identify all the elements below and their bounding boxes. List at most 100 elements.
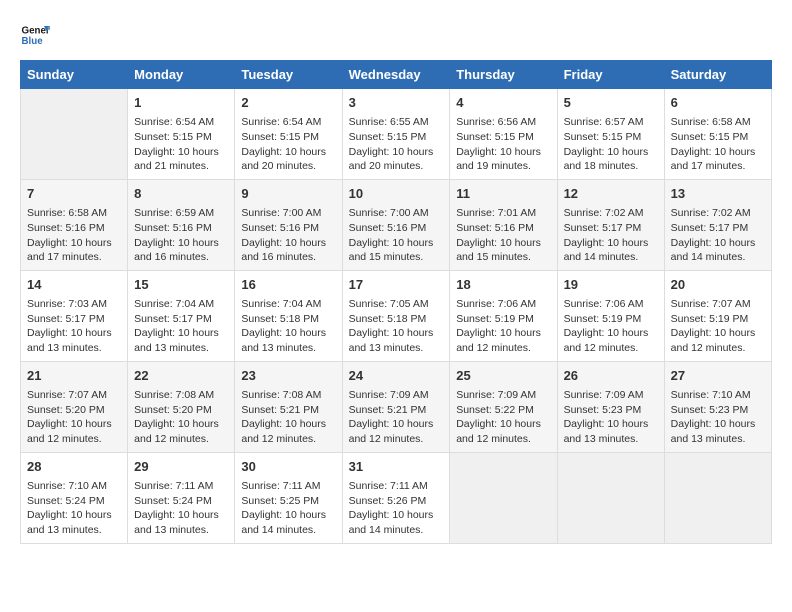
calendar-table: SundayMondayTuesdayWednesdayThursdayFrid…: [20, 60, 772, 544]
week-row-2: 7 Sunrise: 6:58 AMSunset: 5:16 PMDaylight…: [21, 179, 772, 270]
header-wednesday: Wednesday: [342, 61, 450, 89]
day-number: 8: [134, 185, 228, 203]
day-info: Sunrise: 7:03 AMSunset: 5:17 PMDaylight:…: [27, 297, 121, 356]
day-cell: 8 Sunrise: 6:59 AMSunset: 5:16 PMDaylight…: [128, 179, 235, 270]
day-number: 7: [27, 185, 121, 203]
day-number: 2: [241, 94, 335, 112]
logo-icon: General Blue: [20, 20, 50, 50]
day-cell: 9 Sunrise: 7:00 AMSunset: 5:16 PMDaylight…: [235, 179, 342, 270]
day-cell: 12 Sunrise: 7:02 AMSunset: 5:17 PMDayligh…: [557, 179, 664, 270]
day-info: Sunrise: 7:00 AMSunset: 5:16 PMDaylight:…: [241, 206, 335, 265]
day-cell: 15 Sunrise: 7:04 AMSunset: 5:17 PMDayligh…: [128, 270, 235, 361]
day-info: Sunrise: 7:09 AMSunset: 5:21 PMDaylight:…: [349, 388, 444, 447]
day-info: Sunrise: 7:09 AMSunset: 5:22 PMDaylight:…: [456, 388, 550, 447]
day-info: Sunrise: 7:01 AMSunset: 5:16 PMDaylight:…: [456, 206, 550, 265]
day-cell: 7 Sunrise: 6:58 AMSunset: 5:16 PMDaylight…: [21, 179, 128, 270]
day-info: Sunrise: 7:05 AMSunset: 5:18 PMDaylight:…: [349, 297, 444, 356]
day-number: 25: [456, 367, 550, 385]
day-info: Sunrise: 7:06 AMSunset: 5:19 PMDaylight:…: [564, 297, 658, 356]
day-cell: 20 Sunrise: 7:07 AMSunset: 5:19 PMDayligh…: [664, 270, 771, 361]
day-info: Sunrise: 6:56 AMSunset: 5:15 PMDaylight:…: [456, 115, 550, 174]
day-number: 24: [349, 367, 444, 385]
day-info: Sunrise: 7:04 AMSunset: 5:17 PMDaylight:…: [134, 297, 228, 356]
day-cell: [21, 89, 128, 180]
day-number: 29: [134, 458, 228, 476]
day-number: 18: [456, 276, 550, 294]
day-number: 21: [27, 367, 121, 385]
day-cell: 25 Sunrise: 7:09 AMSunset: 5:22 PMDayligh…: [450, 361, 557, 452]
day-number: 28: [27, 458, 121, 476]
day-info: Sunrise: 6:57 AMSunset: 5:15 PMDaylight:…: [564, 115, 658, 174]
day-number: 16: [241, 276, 335, 294]
day-cell: 14 Sunrise: 7:03 AMSunset: 5:17 PMDayligh…: [21, 270, 128, 361]
day-cell: [664, 452, 771, 543]
day-number: 13: [671, 185, 765, 203]
day-number: 15: [134, 276, 228, 294]
day-info: Sunrise: 7:02 AMSunset: 5:17 PMDaylight:…: [671, 206, 765, 265]
day-number: 14: [27, 276, 121, 294]
day-number: 1: [134, 94, 228, 112]
day-number: 30: [241, 458, 335, 476]
day-number: 27: [671, 367, 765, 385]
day-cell: 28 Sunrise: 7:10 AMSunset: 5:24 PMDayligh…: [21, 452, 128, 543]
day-number: 26: [564, 367, 658, 385]
day-info: Sunrise: 7:04 AMSunset: 5:18 PMDaylight:…: [241, 297, 335, 356]
day-cell: [450, 452, 557, 543]
day-cell: 27Sunrise: 7:10 AMSunset: 5:23 PMDayligh…: [664, 361, 771, 452]
day-number: 12: [564, 185, 658, 203]
day-cell: 11 Sunrise: 7:01 AMSunset: 5:16 PMDayligh…: [450, 179, 557, 270]
day-number: 17: [349, 276, 444, 294]
day-info: Sunrise: 7:08 AMSunset: 5:21 PMDaylight:…: [241, 388, 335, 447]
day-info: Sunrise: 6:54 AMSunset: 5:15 PMDaylight:…: [241, 115, 335, 174]
day-info: Sunrise: 7:09 AMSunset: 5:23 PMDaylight:…: [564, 388, 658, 447]
day-number: 20: [671, 276, 765, 294]
day-number: 11: [456, 185, 550, 203]
day-info: Sunrise: 7:07 AMSunset: 5:19 PMDaylight:…: [671, 297, 765, 356]
day-number: 31: [349, 458, 444, 476]
day-info: Sunrise: 7:11 AMSunset: 5:25 PMDaylight:…: [241, 479, 335, 538]
week-row-4: 21 Sunrise: 7:07 AMSunset: 5:20 PMDayligh…: [21, 361, 772, 452]
header-friday: Friday: [557, 61, 664, 89]
day-info: Sunrise: 7:11 AMSunset: 5:24 PMDaylight:…: [134, 479, 228, 538]
day-cell: 22Sunrise: 7:08 AMSunset: 5:20 PMDayligh…: [128, 361, 235, 452]
header-sunday: Sunday: [21, 61, 128, 89]
day-number: 19: [564, 276, 658, 294]
header-thursday: Thursday: [450, 61, 557, 89]
day-cell: 26 Sunrise: 7:09 AMSunset: 5:23 PMDayligh…: [557, 361, 664, 452]
day-info: Sunrise: 7:10 AMSunset: 5:24 PMDaylight:…: [27, 479, 121, 538]
day-info: Sunrise: 6:58 AMSunset: 5:16 PMDaylight:…: [27, 206, 121, 265]
day-info: Sunrise: 7:06 AMSunset: 5:19 PMDaylight:…: [456, 297, 550, 356]
day-cell: 19 Sunrise: 7:06 AMSunset: 5:19 PMDayligh…: [557, 270, 664, 361]
day-cell: 2 Sunrise: 6:54 AMSunset: 5:15 PMDaylight…: [235, 89, 342, 180]
day-cell: 17 Sunrise: 7:05 AMSunset: 5:18 PMDayligh…: [342, 270, 450, 361]
day-cell: 13 Sunrise: 7:02 AMSunset: 5:17 PMDayligh…: [664, 179, 771, 270]
day-cell: 6Sunrise: 6:58 AMSunset: 5:15 PMDaylight…: [664, 89, 771, 180]
day-cell: 16 Sunrise: 7:04 AMSunset: 5:18 PMDayligh…: [235, 270, 342, 361]
day-info: Sunrise: 7:07 AMSunset: 5:20 PMDaylight:…: [27, 388, 121, 447]
day-cell: [557, 452, 664, 543]
day-number: 9: [241, 185, 335, 203]
header-saturday: Saturday: [664, 61, 771, 89]
day-info: Sunrise: 6:59 AMSunset: 5:16 PMDaylight:…: [134, 206, 228, 265]
logo: General Blue: [20, 20, 50, 50]
day-cell: 1Sunrise: 6:54 AMSunset: 5:15 PMDaylight…: [128, 89, 235, 180]
svg-text:Blue: Blue: [22, 36, 44, 47]
day-cell: 3Sunrise: 6:55 AMSunset: 5:15 PMDaylight…: [342, 89, 450, 180]
day-cell: 10 Sunrise: 7:00 AMSunset: 5:16 PMDayligh…: [342, 179, 450, 270]
day-cell: 31 Sunrise: 7:11 AMSunset: 5:26 PMDayligh…: [342, 452, 450, 543]
day-info: Sunrise: 7:08 AMSunset: 5:20 PMDaylight:…: [134, 388, 228, 447]
day-info: Sunrise: 7:00 AMSunset: 5:16 PMDaylight:…: [349, 206, 444, 265]
week-row-5: 28 Sunrise: 7:10 AMSunset: 5:24 PMDayligh…: [21, 452, 772, 543]
header-row: SundayMondayTuesdayWednesdayThursdayFrid…: [21, 61, 772, 89]
day-cell: 23 Sunrise: 7:08 AMSunset: 5:21 PMDayligh…: [235, 361, 342, 452]
week-row-3: 14 Sunrise: 7:03 AMSunset: 5:17 PMDayligh…: [21, 270, 772, 361]
page-header: General Blue: [20, 20, 772, 50]
day-cell: 4Sunrise: 6:56 AMSunset: 5:15 PMDaylight…: [450, 89, 557, 180]
day-number: 5: [564, 94, 658, 112]
day-info: Sunrise: 7:11 AMSunset: 5:26 PMDaylight:…: [349, 479, 444, 538]
day-cell: 30 Sunrise: 7:11 AMSunset: 5:25 PMDayligh…: [235, 452, 342, 543]
day-number: 23: [241, 367, 335, 385]
day-number: 10: [349, 185, 444, 203]
week-row-1: 1 Sunrise: 6:54 AMSunset: 5:15 PMDaylight…: [21, 89, 772, 180]
day-info: Sunrise: 7:02 AMSunset: 5:17 PMDaylight:…: [564, 206, 658, 265]
